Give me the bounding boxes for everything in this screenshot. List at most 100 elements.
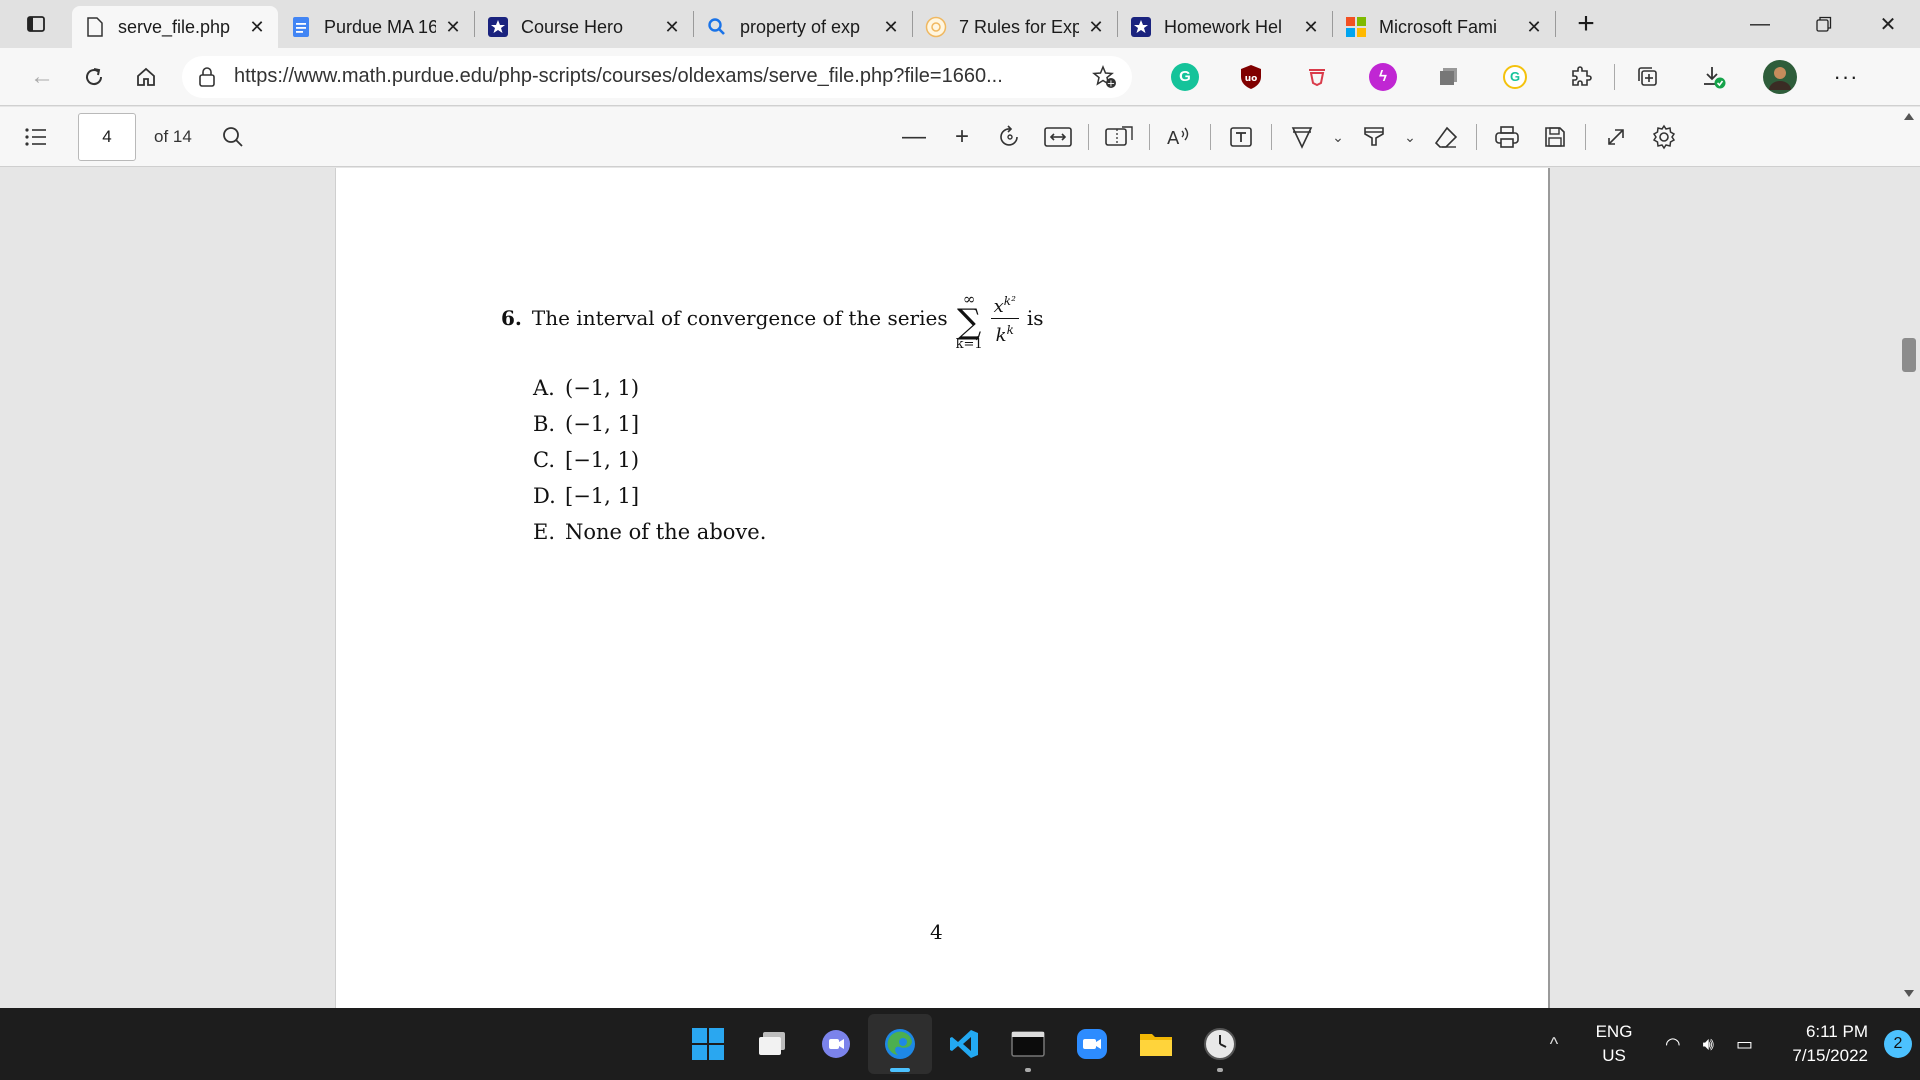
list-icon: [25, 127, 46, 146]
collections-extension[interactable]: [1416, 55, 1482, 99]
show-hidden-icons-button[interactable]: ^: [1534, 1034, 1574, 1055]
purple-extension[interactable]: ϟ: [1350, 55, 1416, 99]
rules-icon: [925, 16, 947, 38]
highlight-options-button[interactable]: ⌄: [1398, 129, 1422, 146]
tab-course-hero[interactable]: Course Hero ✕: [475, 7, 693, 47]
draw-options-button[interactable]: ⌄: [1326, 129, 1350, 146]
settings-more-button[interactable]: ···: [1813, 55, 1879, 99]
file-explorer-button[interactable]: [1124, 1014, 1188, 1074]
lock-icon[interactable]: [194, 64, 220, 90]
close-window-button[interactable]: ✕: [1856, 0, 1920, 48]
address-bar[interactable]: https://www.math.purdue.edu/php-scripts/…: [182, 55, 1132, 98]
choice-text: None of the above.: [565, 520, 767, 544]
zoom-in-button[interactable]: +: [938, 115, 986, 159]
pdf-toolbar: 4 of 14 — + A ⌄ ⌄: [0, 107, 1920, 167]
battery-icon: ▭: [1735, 1033, 1753, 1054]
tab-homework-help[interactable]: Homework Hel ✕: [1118, 7, 1332, 47]
term-denominator: kk: [996, 319, 1014, 346]
search-icon: [222, 126, 243, 147]
tab-close-icon[interactable]: ✕: [1085, 16, 1107, 38]
plus-icon: +: [954, 123, 969, 150]
highlight-button[interactable]: [1350, 115, 1398, 159]
minimize-icon: —: [1750, 12, 1770, 35]
vertical-scrollbar[interactable]: [1898, 107, 1920, 1007]
scroll-down-arrow-icon[interactable]: [1904, 990, 1914, 997]
page-view-button[interactable]: [1095, 115, 1143, 159]
tab-close-icon[interactable]: ✕: [442, 16, 464, 38]
minimize-button[interactable]: —: [1728, 0, 1792, 48]
tab-close-icon[interactable]: ✕: [880, 16, 902, 38]
chat-icon: [822, 1030, 850, 1058]
keyboard-region: US: [1602, 1046, 1626, 1065]
tab-rules[interactable]: 7 Rules for Exp ✕: [913, 7, 1117, 47]
draw-button[interactable]: [1278, 115, 1326, 159]
table-of-contents-button[interactable]: [0, 107, 72, 167]
window-controls: — ✕: [1728, 0, 1920, 48]
profile-button[interactable]: [1747, 55, 1813, 99]
gear-icon: [1652, 124, 1676, 150]
notification-badge[interactable]: 2: [1884, 1030, 1912, 1058]
task-view-button[interactable]: [740, 1014, 804, 1074]
back-button[interactable]: ←: [16, 55, 68, 99]
tab-purdue[interactable]: Purdue MA 16( ✕: [278, 7, 474, 47]
tab-serve-file[interactable]: serve_file.php ✕: [72, 6, 278, 48]
print-button[interactable]: [1483, 115, 1531, 159]
zoom-out-button[interactable]: —: [890, 115, 938, 159]
language-indicator[interactable]: ENG US: [1574, 1020, 1654, 1068]
home-button[interactable]: [120, 55, 172, 99]
tab-close-icon[interactable]: ✕: [1523, 16, 1545, 38]
fit-width-button[interactable]: [1034, 115, 1082, 159]
stack-icon: [1440, 67, 1457, 85]
add-text-button[interactable]: [1217, 115, 1265, 159]
url-text[interactable]: https://www.math.purdue.edu/php-scripts/…: [234, 65, 1090, 88]
start-button[interactable]: [676, 1014, 740, 1074]
page-number-input[interactable]: 4: [78, 112, 136, 161]
collections-button[interactable]: [1615, 55, 1681, 99]
pdf-settings-button[interactable]: [1640, 115, 1688, 159]
grammarly-go-extension[interactable]: G: [1482, 55, 1548, 99]
save-button[interactable]: [1531, 115, 1579, 159]
clock[interactable]: 6:11 PM 7/15/2022: [1764, 1020, 1874, 1068]
vscode-icon: [950, 1030, 978, 1058]
rotate-button[interactable]: [986, 115, 1034, 159]
question-6: 6. The interval of convergence of the se…: [501, 288, 1044, 352]
teams-chat-button[interactable]: [804, 1014, 868, 1074]
more-icon: ···: [1833, 63, 1859, 89]
vscode-button[interactable]: [932, 1014, 996, 1074]
quick-settings-button[interactable]: ◠ 🔊︎ ▭: [1654, 1034, 1764, 1055]
new-tab-button[interactable]: +: [1566, 4, 1606, 44]
add-favorite-icon[interactable]: +: [1090, 62, 1120, 92]
ublock-extension[interactable]: uo: [1218, 55, 1284, 99]
grammarly-icon: G: [1171, 62, 1199, 91]
read-aloud-button[interactable]: A: [1156, 115, 1204, 159]
erase-button[interactable]: [1422, 115, 1470, 159]
scroll-thumb[interactable]: [1902, 338, 1916, 372]
zoom-button[interactable]: [1060, 1014, 1124, 1074]
fullscreen-button[interactable]: [1592, 115, 1640, 159]
clock-app-button[interactable]: [1188, 1014, 1252, 1074]
extensions-button[interactable]: [1548, 55, 1614, 99]
restore-button[interactable]: [1792, 0, 1856, 48]
choice-text: (−1, 1]: [565, 412, 640, 436]
refresh-button[interactable]: [68, 55, 120, 99]
find-button[interactable]: [218, 122, 248, 152]
save-icon: [1545, 127, 1565, 147]
plus-icon: +: [1577, 7, 1595, 40]
scroll-up-arrow-icon[interactable]: [1904, 113, 1914, 120]
tab-actions-button[interactable]: [0, 0, 72, 48]
tab-close-icon[interactable]: ✕: [1300, 16, 1322, 38]
tab-property[interactable]: property of exp ✕: [694, 7, 912, 47]
tab-microsoft-family[interactable]: Microsoft Fami ✕: [1333, 7, 1555, 47]
shield-extension[interactable]: [1284, 55, 1350, 99]
edge-browser-button[interactable]: [868, 1014, 932, 1074]
tab-close-icon[interactable]: ✕: [661, 16, 683, 38]
downloads-button[interactable]: [1681, 55, 1747, 99]
series-term: xk² kk: [990, 291, 1019, 346]
grammarly-extension[interactable]: G: [1152, 55, 1218, 99]
pdf-viewer[interactable]: 6. The interval of convergence of the se…: [0, 168, 1920, 1008]
tab-close-icon[interactable]: ✕: [246, 16, 268, 38]
toolbar-separator: [1476, 124, 1477, 150]
draw-icon: [1291, 127, 1313, 149]
choice-d: D. [−1, 1]: [533, 478, 766, 514]
terminal-button[interactable]: [996, 1014, 1060, 1074]
